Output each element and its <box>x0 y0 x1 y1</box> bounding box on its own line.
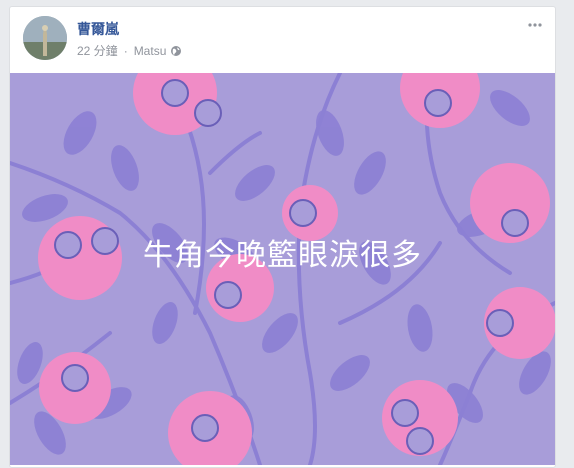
globe-icon[interactable] <box>170 45 182 57</box>
post-card: 曹爾嵐 22 分鐘 · Matsu 牛角今晚籃眼淚很多 <box>9 6 556 468</box>
author-name[interactable]: 曹爾嵐 <box>77 19 119 39</box>
meta-separator: · <box>123 43 128 58</box>
author-avatar[interactable] <box>23 16 67 60</box>
post-meta: 22 分鐘 · Matsu <box>77 42 182 59</box>
post-location[interactable]: Matsu <box>134 44 167 58</box>
post-background[interactable]: 牛角今晚籃眼淚很多 <box>10 73 555 465</box>
more-options-icon[interactable] <box>525 17 545 33</box>
post-timestamp[interactable]: 22 分鐘 <box>77 42 118 59</box>
post-text: 牛角今晚籃眼淚很多 <box>143 238 422 273</box>
